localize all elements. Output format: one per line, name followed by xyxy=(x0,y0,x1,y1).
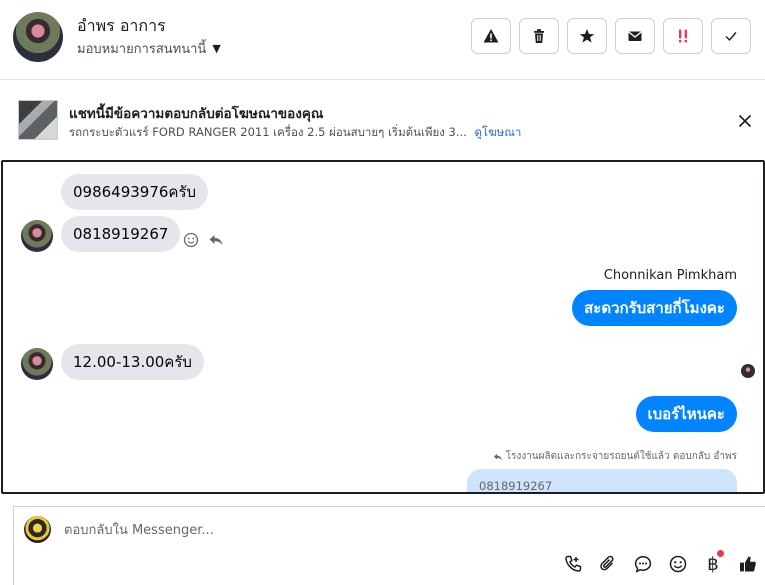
call-button[interactable] xyxy=(562,553,584,575)
page-avatar xyxy=(24,516,51,543)
contact-avatar-small xyxy=(21,220,53,252)
quoted-message[interactable]: 0818919267 xyxy=(467,469,737,492)
reply-context: โรงงานผลิตและกระจายรถยนต์ใช้แล้ว ตอบกลับ… xyxy=(493,449,737,464)
notification-dot xyxy=(717,550,724,557)
spam-icon xyxy=(679,29,687,43)
reply-icon[interactable] xyxy=(208,232,224,248)
contact-avatar[interactable] xyxy=(13,12,63,62)
incoming-message[interactable]: 0818919267 xyxy=(61,216,181,252)
outgoing-sender-name: Chonnikan Pimkham xyxy=(603,268,737,283)
ad-reply-banner: แชทนี้มีข้อความตอบกลับต่อโฆษณาของคุณ รถก… xyxy=(0,80,765,160)
react-emoji-icon[interactable] xyxy=(183,232,199,248)
report-button[interactable] xyxy=(471,18,511,54)
mark-done-button[interactable] xyxy=(711,18,751,54)
ad-banner-subtitle: รถกระบะตัวแรร์ FORD RANGER 2011 เครื่อง … xyxy=(69,124,521,142)
outgoing-message[interactable]: สะดวกรับสายกี่โมงคะ xyxy=(572,290,737,326)
delete-button[interactable] xyxy=(519,18,559,54)
envelope-icon xyxy=(628,31,642,41)
attach-button[interactable] xyxy=(597,553,619,575)
emoji-icon xyxy=(669,555,687,573)
reply-arrow-icon xyxy=(493,453,502,460)
saved-reply-button[interactable] xyxy=(632,553,654,575)
composer-toolbar: ฿ xyxy=(562,550,759,575)
conversation-header: อำพร อาการ มอบหมายการสนทนานี้ ▼ xyxy=(0,0,765,80)
warning-icon xyxy=(483,29,499,43)
incoming-message[interactable]: 0986493976ครับ xyxy=(61,174,209,210)
saved-reply-icon xyxy=(634,556,652,573)
mark-unread-button[interactable] xyxy=(615,18,655,54)
caret-down-icon: ▼ xyxy=(212,42,221,55)
star-icon xyxy=(579,29,595,43)
baht-icon: ฿ xyxy=(707,553,719,575)
assign-label: มอบหมายการสนทนานี้ xyxy=(77,42,207,57)
ad-thumbnail[interactable] xyxy=(18,100,58,140)
message-composer: ฿ xyxy=(13,506,765,585)
star-button[interactable] xyxy=(567,18,607,54)
incoming-message[interactable]: 12.00-13.00ครับ xyxy=(61,344,204,380)
payment-button[interactable]: ฿ xyxy=(702,550,724,575)
attachment-icon xyxy=(600,555,614,571)
spam-button[interactable] xyxy=(663,18,703,54)
header-actions xyxy=(471,18,751,54)
view-ad-link[interactable]: ดูโฆษณา xyxy=(474,125,521,139)
ad-banner-title: แชทนี้มีข้อความตอบกลับต่อโฆษณาของคุณ xyxy=(69,106,324,122)
checkmark-icon xyxy=(725,32,737,42)
call-icon xyxy=(565,555,582,572)
close-icon[interactable] xyxy=(737,113,753,129)
emoji-button[interactable] xyxy=(667,553,689,575)
reply-context-text: โรงงานผลิตและกระจายรถยนต์ใช้แล้ว ตอบกลับ… xyxy=(505,451,737,462)
outgoing-message[interactable]: เบอร์ไหนคะ xyxy=(635,396,737,432)
like-button[interactable] xyxy=(737,553,759,575)
trash-icon xyxy=(534,29,544,43)
message-thread[interactable]: 0986493976ครับ 0818919267 Chonnikan Pimk… xyxy=(1,160,765,494)
ad-description: รถกระบะตัวแรร์ FORD RANGER 2011 เครื่อง … xyxy=(69,125,467,139)
assign-conversation-dropdown[interactable]: มอบหมายการสนทนานี้ ▼ xyxy=(77,38,221,59)
contact-avatar-small xyxy=(21,348,53,380)
thumbs-up-icon xyxy=(740,556,756,572)
reply-input[interactable] xyxy=(64,515,664,545)
seen-receipt-avatar xyxy=(741,364,755,378)
contact-name[interactable]: อำพร อาการ xyxy=(77,14,166,39)
